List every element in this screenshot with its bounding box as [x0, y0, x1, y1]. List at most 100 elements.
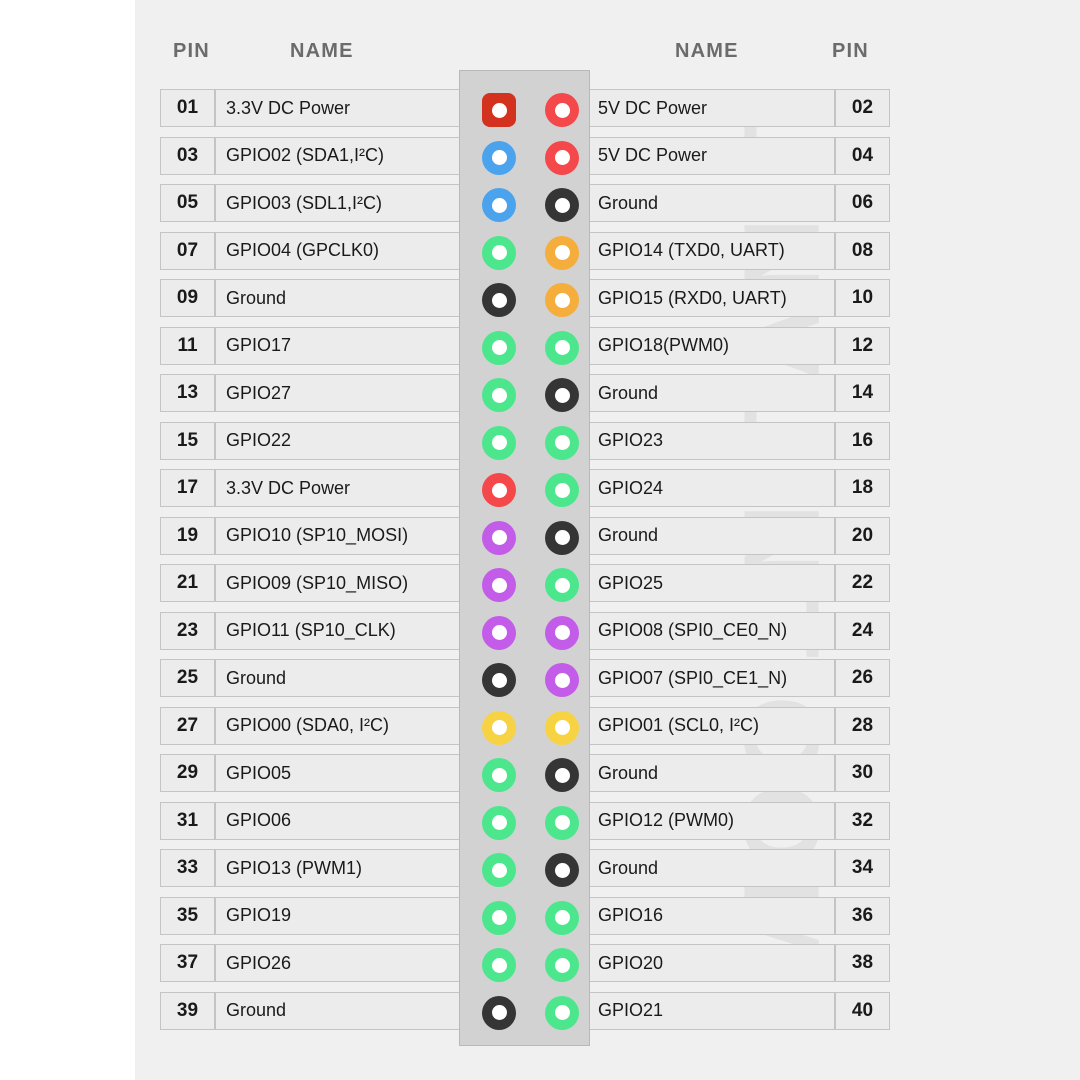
pin-marker-left[interactable] — [482, 568, 516, 602]
pin-number-right: 02 — [835, 89, 890, 127]
pin-name-right: GPIO07 (SPI0_CE1_N) — [587, 659, 835, 697]
pin-name-right: GPIO15 (RXD0, UART) — [587, 279, 835, 317]
pin-number-right: 06 — [835, 184, 890, 222]
pin-name-left: GPIO05 — [215, 754, 463, 792]
pin-name-left: GPIO11 (SP10_CLK) — [215, 612, 463, 650]
pin-number-left: 21 — [160, 564, 215, 602]
pin-row: 05GPIO03 (SDL1,I²C)Ground06 — [135, 181, 1080, 229]
pin-marker-right[interactable] — [545, 758, 579, 792]
pin-marker-left[interactable] — [482, 378, 516, 412]
pin-number-left: 31 — [160, 802, 215, 840]
pin-name-left: GPIO22 — [215, 422, 463, 460]
pin-number-right: 32 — [835, 802, 890, 840]
pin-marker-right[interactable] — [545, 806, 579, 840]
pin-row: 013.3V DC Power5V DC Power02 — [135, 86, 1080, 134]
pin-row: 173.3V DC PowerGPIO2418 — [135, 466, 1080, 514]
pin-row: 25Ground GPIO07 (SPI0_CE1_N)26 — [135, 656, 1080, 704]
pin-marker-right[interactable] — [545, 616, 579, 650]
pin-number-right: 30 — [835, 754, 890, 792]
pin-marker-right[interactable] — [545, 473, 579, 507]
pin-name-right: GPIO12 (PWM0) — [587, 802, 835, 840]
pin-name-right: GPIO01 (SCL0, I²C) — [587, 707, 835, 745]
pin-row: 33GPIO13 (PWM1)Ground34 — [135, 846, 1080, 894]
pin-marker-right[interactable] — [545, 901, 579, 935]
pin-number-right: 40 — [835, 992, 890, 1030]
pin-number-left: 39 — [160, 992, 215, 1030]
pin-marker-left[interactable] — [482, 521, 516, 555]
pin-number-left: 33 — [160, 849, 215, 887]
pin-name-right: 5V DC Power — [587, 89, 835, 127]
pin-marker-left[interactable] — [482, 616, 516, 650]
pin-name-right: GPIO23 — [587, 422, 835, 460]
pin-name-left: GPIO06 — [215, 802, 463, 840]
pin-marker-right[interactable] — [545, 568, 579, 602]
pin-marker-right[interactable] — [545, 853, 579, 887]
pin-row: 37GPIO26GPIO2038 — [135, 941, 1080, 989]
pin-marker-left[interactable] — [482, 996, 516, 1030]
pin-marker-left[interactable] — [482, 806, 516, 840]
pin-marker-right[interactable] — [545, 141, 579, 175]
pin-marker-right[interactable] — [545, 711, 579, 745]
pin-marker-left[interactable] — [482, 141, 516, 175]
pin-row: 27GPIO00 (SDA0, I²C)GPIO01 (SCL0, I²C)28 — [135, 704, 1080, 752]
pin-marker-right[interactable] — [545, 93, 579, 127]
pin-number-right: 38 — [835, 944, 890, 982]
pin-name-right: GPIO18(PWM0) — [587, 327, 835, 365]
pin-marker-right[interactable] — [545, 236, 579, 270]
pin-name-right: Ground — [587, 754, 835, 792]
pin-marker-right[interactable] — [545, 283, 579, 317]
pin-name-left: GPIO26 — [215, 944, 463, 982]
pin-number-left: 15 — [160, 422, 215, 460]
pin-row: 03GPIO02 (SDA1,I²C)5V DC Power04 — [135, 134, 1080, 182]
pin-marker-left[interactable] — [482, 663, 516, 697]
pin-number-right: 22 — [835, 564, 890, 602]
pin-marker-left[interactable] — [482, 758, 516, 792]
pin-number-right: 20 — [835, 517, 890, 555]
pin-marker-left[interactable] — [482, 283, 516, 317]
pin-number-right: 28 — [835, 707, 890, 745]
pin-number-left: 29 — [160, 754, 215, 792]
pin-number-right: 10 — [835, 279, 890, 317]
pin-number-left: 17 — [160, 469, 215, 507]
pin-marker-right[interactable] — [545, 188, 579, 222]
pin-name-right: Ground — [587, 374, 835, 412]
pin-number-left: 09 — [160, 279, 215, 317]
pin-marker-left[interactable] — [482, 901, 516, 935]
pin-name-right: 5V DC Power — [587, 137, 835, 175]
pin-marker-left[interactable] — [482, 426, 516, 460]
header-name-right: NAME — [675, 40, 739, 63]
pin-marker-left[interactable] — [482, 331, 516, 365]
pin-marker-right[interactable] — [545, 996, 579, 1030]
pin-row: 09GroundGPIO15 (RXD0, UART)10 — [135, 276, 1080, 324]
pin-marker-right[interactable] — [545, 663, 579, 697]
pin-marker-left[interactable] — [482, 188, 516, 222]
pin-name-left: Ground — [215, 659, 463, 697]
pin-marker-left[interactable] — [482, 473, 516, 507]
pin-number-right: 26 — [835, 659, 890, 697]
column-headers: PIN NAME NAME PIN — [135, 40, 1080, 70]
pin-marker-left[interactable] — [482, 236, 516, 270]
pin-row: 31GPIO06 GPIO12 (PWM0)32 — [135, 799, 1080, 847]
pin-name-left: GPIO27 — [215, 374, 463, 412]
pin-name-right: GPIO21 — [587, 992, 835, 1030]
pin-name-left: GPIO02 (SDA1,I²C) — [215, 137, 463, 175]
pin-marker-right[interactable] — [545, 378, 579, 412]
pin-marker-left[interactable] — [482, 93, 516, 127]
pin-number-right: 08 — [835, 232, 890, 270]
pin-number-left: 37 — [160, 944, 215, 982]
pin-name-left: GPIO00 (SDA0, I²C) — [215, 707, 463, 745]
pin-marker-right[interactable] — [545, 331, 579, 365]
pin-number-left: 25 — [160, 659, 215, 697]
pin-name-right: GPIO25 — [587, 564, 835, 602]
pin-number-left: 07 — [160, 232, 215, 270]
pin-marker-right[interactable] — [545, 521, 579, 555]
pin-name-right: Ground — [587, 517, 835, 555]
pin-marker-left[interactable] — [482, 711, 516, 745]
pin-marker-left[interactable] — [482, 948, 516, 982]
pin-marker-left[interactable] — [482, 853, 516, 887]
pin-number-right: 12 — [835, 327, 890, 365]
pin-marker-right[interactable] — [545, 948, 579, 982]
pin-number-left: 35 — [160, 897, 215, 935]
pin-marker-right[interactable] — [545, 426, 579, 460]
pin-number-right: 18 — [835, 469, 890, 507]
